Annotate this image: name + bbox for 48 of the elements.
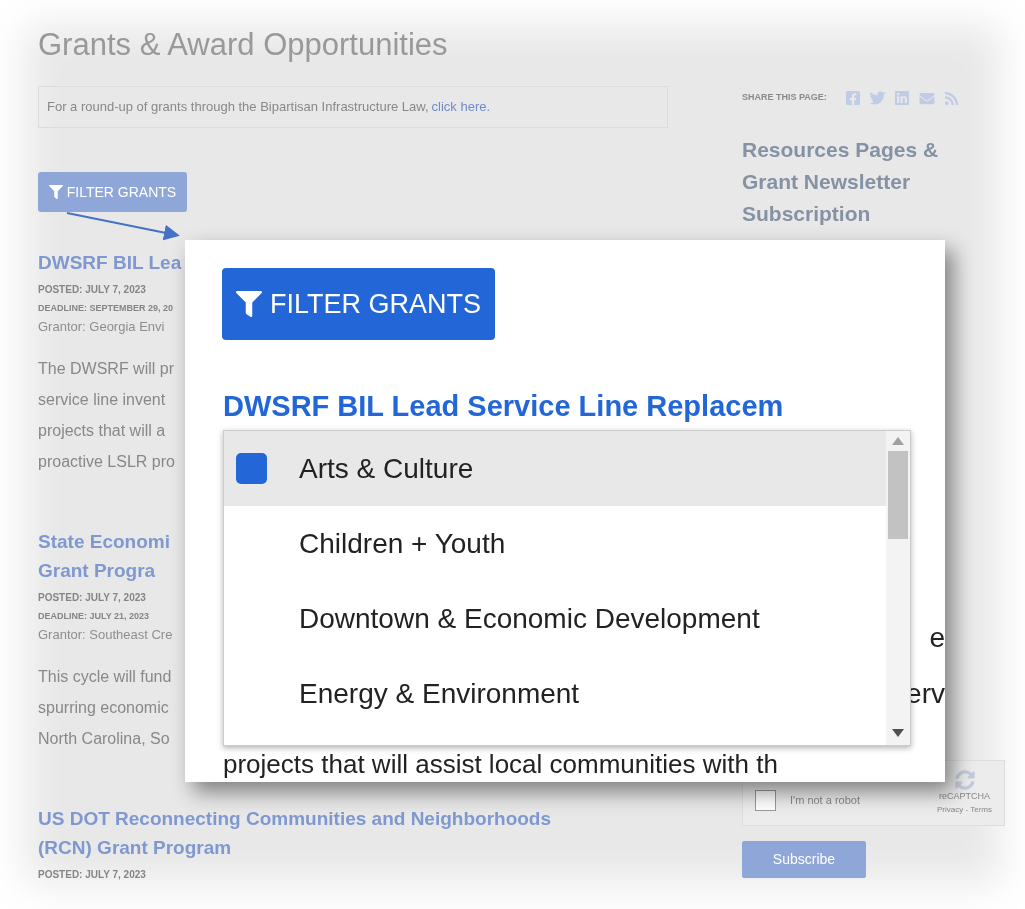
description-line: The DWSRF will pr (38, 359, 174, 379)
captcha-label: I'm not a robot (790, 792, 860, 808)
category-option[interactable]: Arts & Culture (224, 431, 886, 506)
scrollbar-thumb[interactable] (888, 451, 908, 539)
notice-text: For a round-up of grants through the Bipartisan Infrastructure Law, (47, 98, 429, 117)
mail-icon[interactable] (917, 90, 936, 106)
filter-icon (236, 290, 262, 318)
grant-title-link[interactable]: State Economi (38, 527, 170, 556)
posted-date: POSTED: JULY 7, 2023 (38, 283, 146, 297)
facebook-icon[interactable] (844, 90, 861, 106)
grant-title-link[interactable]: (RCN) Grant Program (38, 833, 232, 862)
filter-icon (48, 185, 63, 199)
rss-icon[interactable] (943, 90, 959, 106)
captcha-brand: reCAPTCHA (939, 790, 990, 804)
captcha-checkbox[interactable] (755, 789, 776, 811)
description-line: spurring economic (38, 698, 169, 718)
description-line: proactive LSLR pro (38, 452, 175, 472)
posted-date: POSTED: JULY 7, 2023 (38, 591, 146, 605)
grant-title-link[interactable]: DWSRF BIL Lea (38, 248, 182, 277)
description-line: projects that will a (38, 421, 166, 441)
subscribe-button[interactable]: Subscribe (742, 841, 866, 878)
description-line: service line invent (38, 390, 166, 410)
description-line: projects that will assist local communities with th (223, 748, 778, 781)
linkedin-icon[interactable] (893, 90, 910, 106)
filter-grants-button[interactable]: FILTER GRANTS (38, 172, 187, 212)
twitter-icon[interactable] (868, 90, 886, 106)
share-label: SHARE THIS PAGE: (742, 91, 827, 105)
grantor-text: Grantor: Southeast Cre (38, 626, 173, 644)
captcha-links[interactable]: Privacy - Terms (937, 803, 992, 816)
description-line: North Carolina, So (38, 729, 170, 749)
scroll-down-icon (892, 729, 904, 737)
filter-grants-button[interactable]: FILTER GRANTS (222, 268, 495, 340)
grant-title-link[interactable]: DWSRF BIL Lead Service Line Replacem (223, 386, 784, 426)
grant-title-link[interactable]: Grant Progra (38, 556, 156, 585)
text-fragment: e (929, 621, 945, 655)
click-here-link[interactable]: click here. (431, 97, 491, 117)
captcha-logo-icon (954, 770, 975, 791)
description-line: This cycle will fund (38, 667, 172, 687)
scrollbar[interactable] (886, 431, 910, 745)
posted-date: POSTED: JULY 7, 2023 (38, 868, 146, 882)
deadline-date: DEADLINE: JULY 21, 2023 (38, 610, 150, 623)
grant-title-link[interactable]: US DOT Reconnecting Communities and Neighborhoods (38, 804, 552, 833)
grantor-text: Grantor: Georgia Envi (38, 318, 165, 336)
page-title: Grants & Award Opportunities (38, 26, 448, 64)
option-checkbox[interactable] (236, 453, 267, 484)
deadline-date: DEADLINE: SEPTEMBER 29, 20 (38, 302, 174, 315)
scroll-up-icon (892, 437, 904, 445)
sidebar-heading: Resources Pages & Grant Newsletter Subscription (742, 137, 940, 227)
